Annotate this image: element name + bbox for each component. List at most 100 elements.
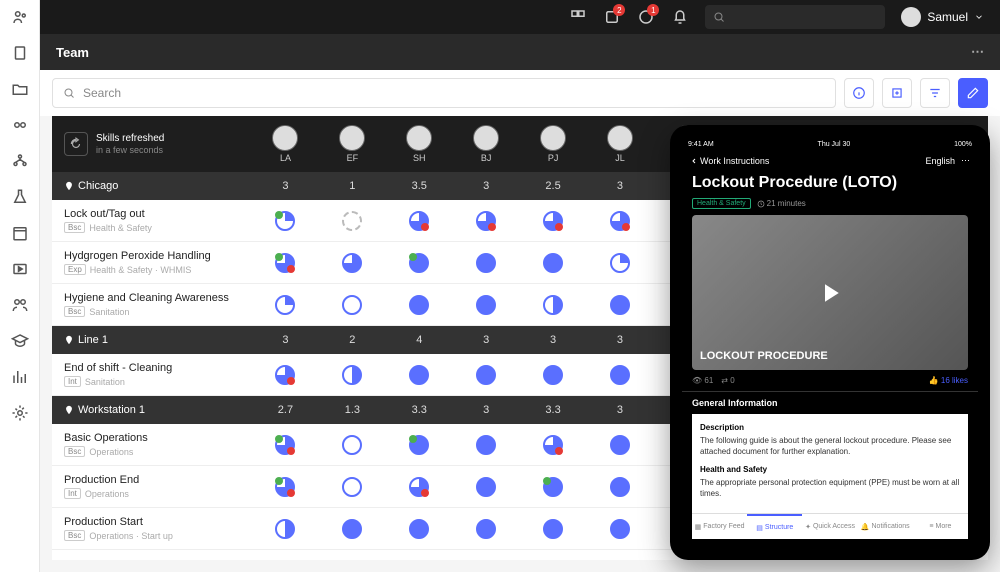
- tablet-tab[interactable]: ✦Quick Access: [802, 514, 857, 539]
- skill-cell[interactable]: [319, 253, 386, 273]
- skill-cell[interactable]: [319, 211, 386, 231]
- skill-cell[interactable]: [386, 295, 453, 315]
- level-tag: Int: [64, 376, 81, 387]
- topbar: 2 1 Samuel: [40, 0, 1000, 34]
- nav-video-icon[interactable]: [11, 260, 29, 278]
- nav-doc-icon[interactable]: [11, 44, 29, 62]
- column-header[interactable]: JL: [587, 125, 654, 163]
- skill-cell[interactable]: [386, 477, 453, 497]
- skill-cell[interactable]: [453, 477, 520, 497]
- tablet-tab[interactable]: ▦Factory Feed: [692, 514, 747, 539]
- tablet-tab[interactable]: 🔔Notifications: [858, 514, 913, 539]
- back-button[interactable]: Work Instructions: [690, 156, 769, 166]
- skill-cell[interactable]: [319, 477, 386, 497]
- column-header[interactable]: BJ: [453, 125, 520, 163]
- skill-cell[interactable]: [386, 211, 453, 231]
- skill-cell[interactable]: [520, 519, 587, 539]
- activity-icon[interactable]: 1: [637, 8, 655, 26]
- skill-cell[interactable]: [252, 365, 319, 385]
- skill-cell[interactable]: [453, 211, 520, 231]
- skill-cell[interactable]: [453, 435, 520, 455]
- nav-gear-icon[interactable]: [11, 404, 29, 422]
- tablet-tab[interactable]: ▤Structure: [747, 514, 802, 539]
- level-tag: Bsc: [64, 222, 85, 233]
- skill-cell[interactable]: [252, 477, 319, 497]
- group-value: 3.5: [386, 180, 453, 192]
- skill-cell[interactable]: [252, 519, 319, 539]
- info-button[interactable]: [844, 78, 874, 108]
- skill-cell[interactable]: [453, 253, 520, 273]
- skill-cell[interactable]: [319, 295, 386, 315]
- skill-cell[interactable]: [520, 253, 587, 273]
- skill-cell[interactable]: [319, 365, 386, 385]
- search-icon: [63, 87, 75, 99]
- level-tag: Exp: [64, 264, 86, 275]
- column-header[interactable]: EF: [319, 125, 386, 163]
- nav-cap-icon[interactable]: [11, 332, 29, 350]
- group-value: 1.3: [319, 404, 386, 416]
- titlebar: Team ⋯: [40, 34, 1000, 70]
- skill-cell[interactable]: [587, 295, 654, 315]
- nav-people-icon[interactable]: [11, 296, 29, 314]
- skill-cell[interactable]: [587, 435, 654, 455]
- skill-cell[interactable]: [520, 477, 587, 497]
- video-player[interactable]: LOCKOUT PROCEDURE: [692, 215, 968, 370]
- skill-cell[interactable]: [453, 519, 520, 539]
- more-icon[interactable]: ⋯: [971, 44, 984, 60]
- skill-cell[interactable]: [520, 211, 587, 231]
- pin-icon: [64, 405, 74, 415]
- avatar: [339, 125, 365, 151]
- nav-folder-icon[interactable]: [11, 80, 29, 98]
- alert-icon[interactable]: 2: [603, 8, 621, 26]
- avatar: [272, 125, 298, 151]
- column-header[interactable]: PJ: [520, 125, 587, 163]
- skill-cell[interactable]: [453, 365, 520, 385]
- skill-cell[interactable]: [587, 365, 654, 385]
- export-button[interactable]: [882, 78, 912, 108]
- video-caption: LOCKOUT PROCEDURE: [700, 350, 828, 362]
- skill-cell[interactable]: [252, 211, 319, 231]
- nav-link-icon[interactable]: [11, 116, 29, 134]
- skill-cell[interactable]: [386, 435, 453, 455]
- skill-cell[interactable]: [453, 295, 520, 315]
- nav-org-icon[interactable]: [11, 152, 29, 170]
- skill-cell[interactable]: [520, 365, 587, 385]
- edit-button[interactable]: [958, 78, 988, 108]
- skill-cell[interactable]: [252, 295, 319, 315]
- video-stats: 👁 61 ⇄ 0 👍 16 likes: [682, 370, 978, 391]
- nav-cal-icon[interactable]: [11, 224, 29, 242]
- nav-flask-icon[interactable]: [11, 188, 29, 206]
- skill-cell[interactable]: [252, 253, 319, 273]
- skill-cell[interactable]: [319, 435, 386, 455]
- skill-cell[interactable]: [587, 211, 654, 231]
- skill-cell[interactable]: [319, 519, 386, 539]
- toolbar: Search: [40, 70, 1000, 116]
- user-menu[interactable]: Samuel: [901, 7, 984, 27]
- board-icon[interactable]: [569, 8, 587, 26]
- skill-cell[interactable]: [252, 435, 319, 455]
- nav-chart-icon[interactable]: [11, 368, 29, 386]
- avatar: [540, 125, 566, 151]
- skill-cell[interactable]: [386, 519, 453, 539]
- skill-cell[interactable]: [520, 295, 587, 315]
- status-bar: 9:41 AM Thu Jul 30 100%: [682, 137, 978, 151]
- refresh-icon[interactable]: [64, 132, 88, 156]
- skill-cell[interactable]: [587, 253, 654, 273]
- column-header[interactable]: SH: [386, 125, 453, 163]
- skill-cell[interactable]: [520, 435, 587, 455]
- filter-button[interactable]: [920, 78, 950, 108]
- bell-icon[interactable]: [671, 8, 689, 26]
- chevron-down-icon: [974, 12, 984, 22]
- search-input[interactable]: Search: [52, 78, 836, 108]
- skill-cell[interactable]: [386, 365, 453, 385]
- topbar-search[interactable]: [705, 5, 885, 29]
- skill-cell[interactable]: [587, 477, 654, 497]
- tablet-tab[interactable]: ≡More: [913, 514, 968, 539]
- user-name: Samuel: [927, 10, 968, 24]
- more-icon[interactable]: ⋯: [961, 155, 970, 166]
- skill-cell[interactable]: [587, 519, 654, 539]
- likes-button[interactable]: 👍 16 likes: [929, 376, 968, 385]
- column-header[interactable]: LA: [252, 125, 319, 163]
- skill-cell[interactable]: [386, 253, 453, 273]
- language-select[interactable]: English: [925, 156, 955, 166]
